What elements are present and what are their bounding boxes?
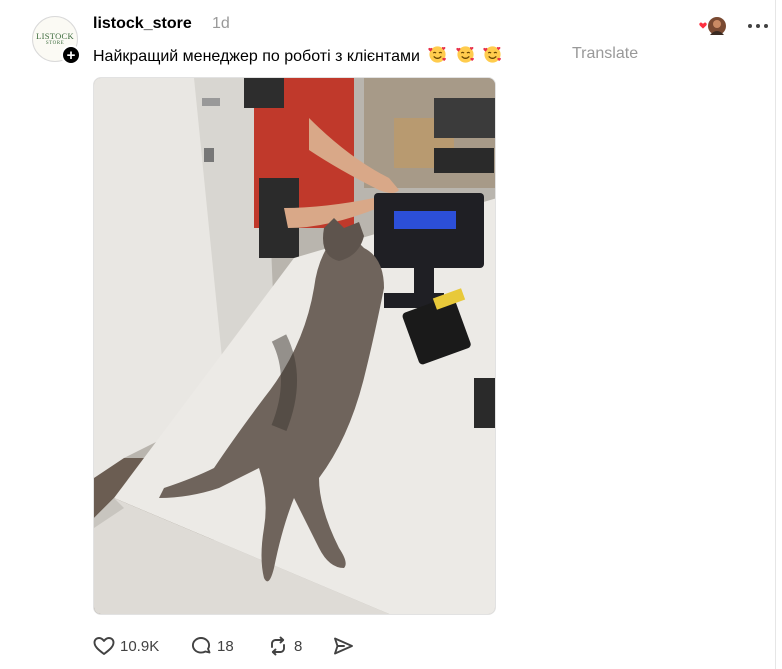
reply-count: 18 [217,637,234,655]
more-options-button[interactable] [744,12,772,40]
avatar-logo-line1: LISTOCK [36,30,74,41]
reply-button[interactable]: 18 [189,632,234,660]
smiling-face-with-hearts-icon [483,46,502,63]
post-time[interactable]: 1d [212,15,230,33]
post-text: Найкращий менеджер по роботі з клієнтами [93,45,502,66]
avatar[interactable]: LISTOCK STORE + [32,16,81,65]
follow-plus-icon[interactable]: + [61,45,81,65]
repost-arrows-icon [271,636,285,656]
paper-plane-icon [334,637,353,655]
smiling-face-with-hearts-icon [428,46,447,63]
repost-count: 8 [294,637,303,655]
translate-link[interactable]: Translate [572,45,638,63]
avatar-logo-line2: STORE [45,41,65,47]
post-text-content: Найкращий менеджер по роботі з клієнтами [93,48,420,65]
smiling-face-with-hearts-icon [456,46,474,63]
repost-button[interactable]: 8 [266,632,302,660]
post-container: LISTOCK STORE + listock_store 1d Найкращ… [0,0,776,669]
photo-illustration [94,78,495,614]
like-button[interactable]: 10.9K [92,632,159,660]
post-image[interactable] [93,77,496,615]
heart-icon [93,637,115,655]
reaction-heart-avatar-icon[interactable] [697,15,727,37]
share-button[interactable] [331,632,355,660]
scroll-edge [769,0,775,669]
like-count: 10.9K [120,637,160,655]
username[interactable]: listock_store [93,15,192,33]
three-dots-icon [748,24,768,28]
speech-bubble-icon [191,637,211,654]
